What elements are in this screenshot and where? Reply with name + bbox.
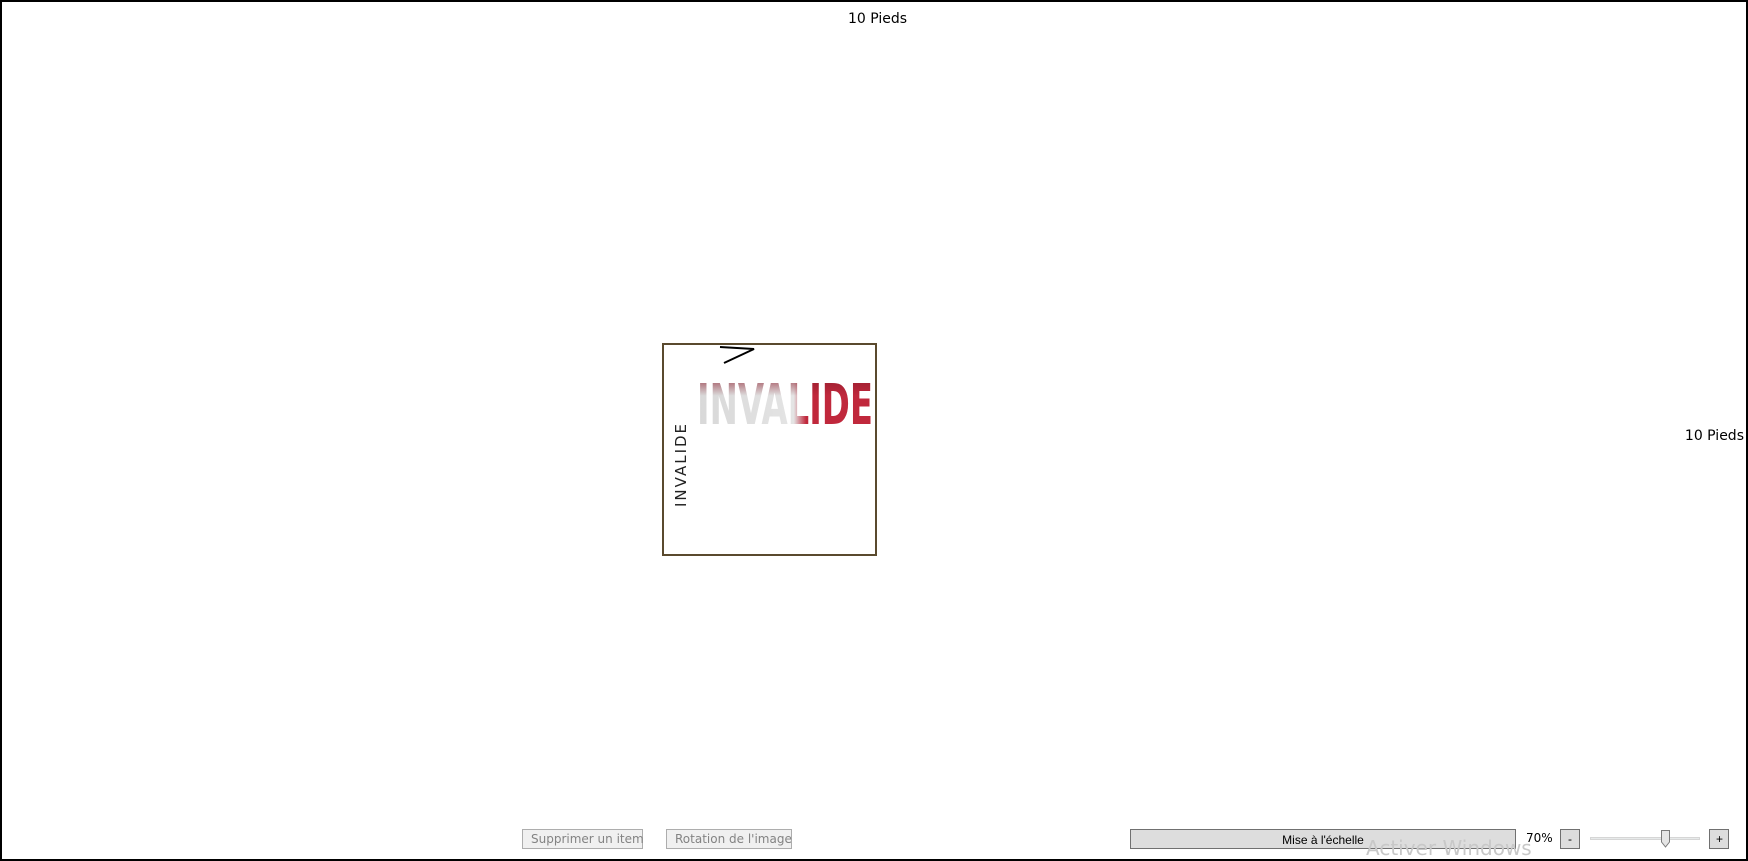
dimension-label-top: 10 Pieds: [848, 11, 908, 27]
rotate-image-button[interactable]: Rotation de l'image: [666, 829, 792, 849]
dimension-label-right: 10 Pieds: [1684, 428, 1744, 444]
scale-button[interactable]: Mise à l'échelle: [1130, 829, 1516, 849]
zoom-slider-thumb[interactable]: [1661, 830, 1670, 848]
zoom-in-button[interactable]: +: [1709, 829, 1729, 849]
zoom-slider-track: [1590, 837, 1700, 840]
delete-item-button[interactable]: Supprimer un item: [522, 829, 644, 849]
rotate-handle-icon: [719, 346, 755, 364]
app-window: 10 Pieds 10 Pieds INVALIDE INVALIDE INVA…: [0, 0, 1748, 861]
invalid-vertical-text: INVALIDE: [672, 422, 690, 507]
zoom-percent-label: 70%: [1526, 831, 1553, 845]
invalid-image-text-shade: INVALIDE: [697, 373, 873, 438]
item-image: INVALIDE INVALIDE INVALIDE: [672, 346, 873, 507]
zoom-out-button[interactable]: -: [1560, 829, 1580, 849]
zoom-slider[interactable]: [1590, 830, 1700, 848]
placed-image-item[interactable]: INVALIDE INVALIDE INVALIDE: [662, 343, 877, 556]
